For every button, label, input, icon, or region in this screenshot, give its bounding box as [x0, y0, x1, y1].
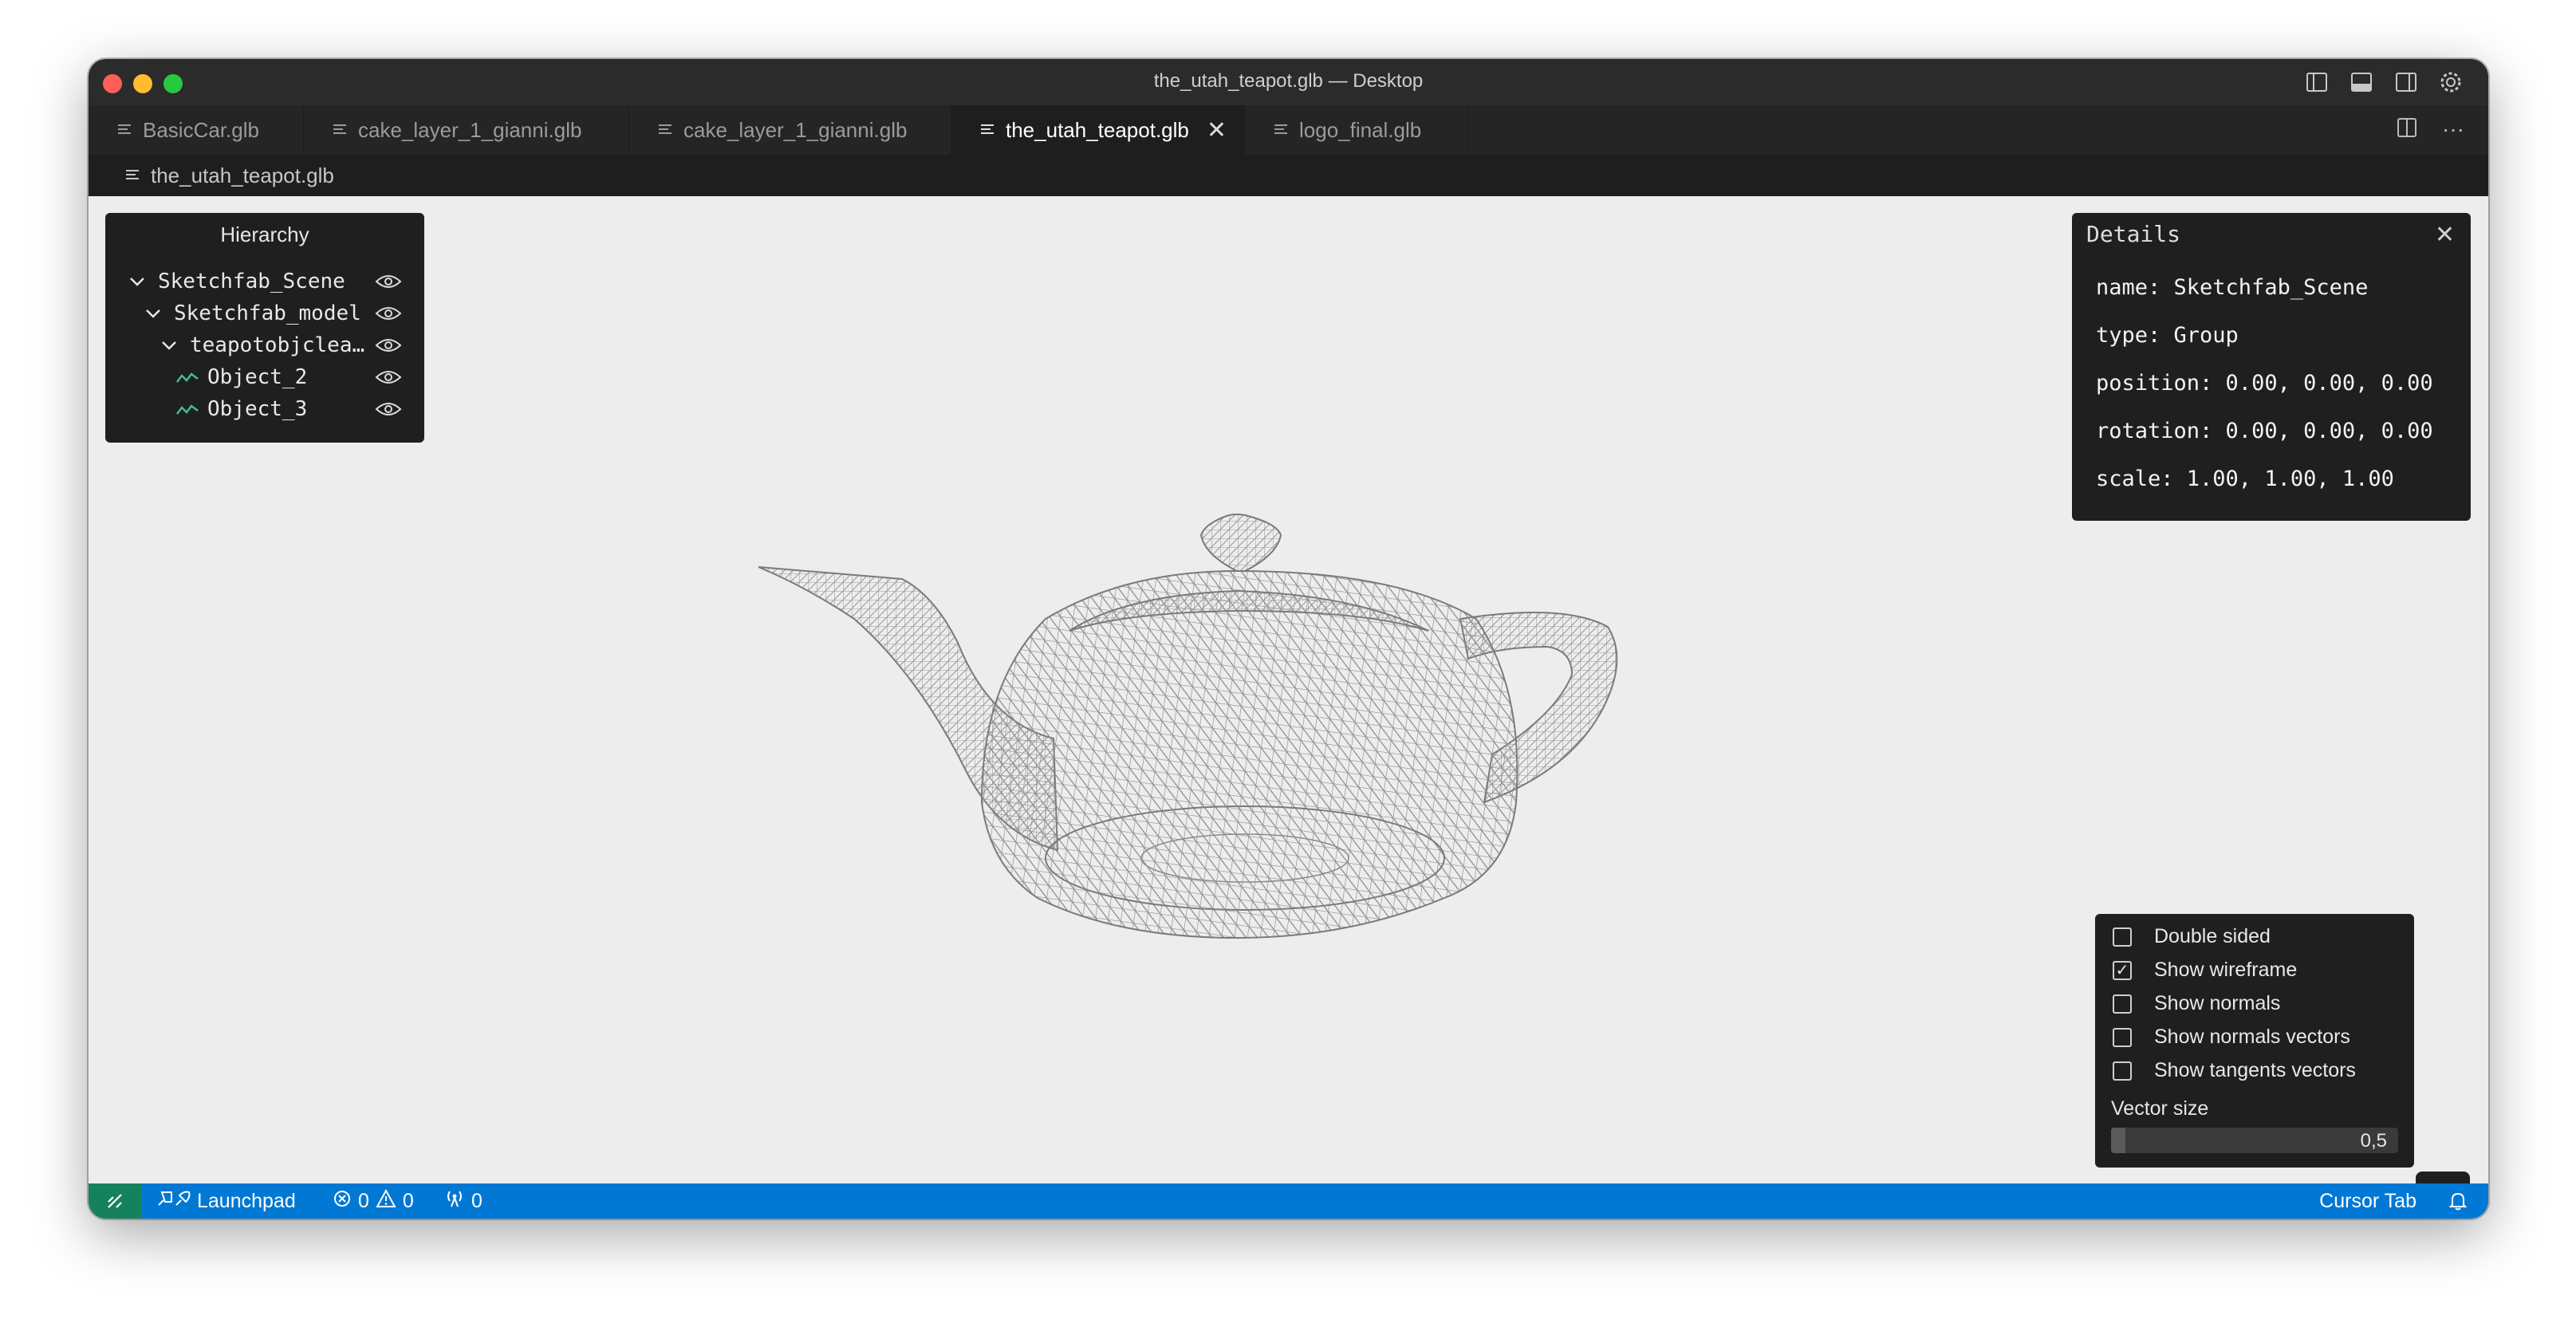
hierarchy-item-teapotobjclean[interactable]: teapotobjclea… — [161, 329, 364, 361]
double-sided-checkbox[interactable] — [2113, 927, 2132, 947]
split-editor-icon[interactable] — [2396, 116, 2418, 144]
tab-label: logo_final.glb — [1299, 117, 1422, 142]
hierarchy-item-object-3[interactable]: Object_3 — [175, 393, 307, 425]
show-tangents-vectors-checkbox[interactable] — [2113, 1061, 2132, 1081]
details-panel: Details ✕ name: Sketchfab_Scene type: Gr… — [2072, 213, 2471, 521]
status-bar: Launchpad 0 0 0 Cursor Tab — [89, 1183, 2488, 1219]
option-show-normals[interactable]: Show normals — [2113, 992, 2280, 1015]
settings-gear-icon[interactable] — [2437, 69, 2464, 96]
breadcrumb: the_utah_teapot.glb — [89, 155, 2488, 196]
hierarchy-title: Hierarchy — [220, 222, 309, 246]
warning-count: 0 — [402, 1189, 414, 1212]
vector-size-slider[interactable]: 0,5 — [2111, 1128, 2398, 1153]
title-bar: the_utah_teapot.glb — Desktop — [89, 59, 2488, 105]
ports-indicator[interactable]: 0 — [444, 1183, 483, 1219]
toggle-secondary-sidebar-icon[interactable] — [2393, 69, 2420, 96]
tab-label: cake_layer_1_gianni.glb — [683, 117, 908, 142]
tab-logo-final[interactable]: logo_final.glb — [1245, 105, 1468, 155]
ports-count: 0 — [471, 1189, 483, 1212]
breadcrumb-label[interactable]: the_utah_teapot.glb — [151, 163, 334, 188]
show-wireframe-checkbox[interactable]: ✓ — [2113, 960, 2132, 980]
cursor-tab-label: Cursor Tab — [2319, 1189, 2416, 1212]
hierarchy-item-label: teapotobjclea… — [190, 333, 365, 357]
detail-position: position: 0.00, 0.00, 0.00 — [2096, 371, 2433, 396]
close-tab-icon[interactable]: ✕ — [1207, 116, 1227, 144]
chevron-down-icon[interactable] — [145, 301, 166, 325]
error-count: 0 — [358, 1189, 369, 1212]
show-normals-vectors-checkbox[interactable] — [2113, 1027, 2132, 1047]
error-icon — [333, 1189, 352, 1214]
option-label: Double sided — [2154, 925, 2271, 947]
hierarchy-item-label: Object_3 — [207, 397, 308, 421]
option-label: Show wireframe — [2154, 959, 2298, 981]
vector-size-label: Vector size — [2111, 1097, 2209, 1120]
details-title: Details — [2086, 221, 2181, 247]
file-icon — [1274, 124, 1287, 134]
file-icon — [333, 124, 346, 134]
more-actions-icon[interactable]: ··· — [2442, 116, 2464, 144]
tab-label: BasicCar.glb — [143, 117, 259, 142]
file-icon — [659, 124, 672, 134]
detail-rotation: rotation: 0.00, 0.00, 0.00 — [2096, 419, 2433, 443]
hierarchy-panel: Hierarchy Sketchfab_Scene Sketchfab_mode… — [105, 213, 424, 443]
mesh-icon — [175, 397, 201, 421]
hierarchy-item-label: Sketchfab_Scene — [158, 270, 345, 293]
hierarchy-item-label: Sketchfab_model — [174, 301, 361, 325]
remote-connection-button[interactable] — [89, 1183, 141, 1219]
file-icon — [126, 170, 139, 179]
option-label: Show tangents vectors — [2154, 1059, 2356, 1081]
file-icon — [981, 124, 994, 134]
tab-the-utah-teapot[interactable]: the_utah_teapot.glb ✕ — [951, 105, 1245, 155]
broadcast-icon — [444, 1189, 465, 1214]
vector-size-value: 0,5 — [2360, 1130, 2387, 1152]
close-icon[interactable]: ✕ — [2435, 221, 2455, 249]
tab-label: cake_layer_1_gianni.glb — [358, 117, 582, 142]
detail-type: type: Group — [2096, 323, 2239, 348]
detail-name: name: Sketchfab_Scene — [2096, 275, 2369, 300]
file-icon — [118, 124, 131, 134]
hierarchy-item-object-2[interactable]: Object_2 — [175, 361, 307, 393]
warning-icon — [376, 1188, 396, 1214]
show-normals-checkbox[interactable] — [2113, 994, 2132, 1014]
window-title: the_utah_teapot.glb — Desktop — [1153, 70, 1424, 92]
editor-tab-bar: BasicCar.glb cake_layer_1_gianni.glb cak… — [89, 105, 2488, 155]
visibility-eye-icon[interactable] — [375, 400, 402, 419]
remote-icon — [108, 1194, 122, 1208]
hierarchy-item-sketchfab-scene[interactable]: Sketchfab_Scene — [129, 266, 345, 297]
tab-label: the_utah_teapot.glb — [1006, 117, 1189, 142]
toggle-panel-icon[interactable] — [2348, 69, 2375, 96]
visibility-eye-icon[interactable] — [375, 304, 402, 323]
problems-indicator[interactable]: 0 0 — [333, 1183, 414, 1219]
option-show-normals-vectors[interactable]: Show normals vectors — [2113, 1026, 2350, 1049]
option-double-sided[interactable]: Double sided — [2113, 925, 2271, 948]
hierarchy-item-label: Object_2 — [207, 365, 308, 389]
launchpad-button[interactable]: Launchpad — [156, 1183, 296, 1219]
option-label: Show normals vectors — [2154, 1026, 2350, 1048]
tab-cake-layer-1[interactable]: cake_layer_1_gianni.glb — [304, 105, 629, 155]
tab-cake-layer-2[interactable]: cake_layer_1_gianni.glb — [629, 105, 951, 155]
launchpad-label: Launchpad — [197, 1189, 296, 1212]
chevron-down-icon[interactable] — [161, 333, 182, 357]
detail-scale: scale: 1.00, 1.00, 1.00 — [2096, 467, 2394, 491]
slider-fill — [2111, 1128, 2125, 1153]
mesh-icon — [175, 365, 201, 389]
option-show-wireframe[interactable]: ✓ Show wireframe — [2113, 959, 2297, 982]
option-label: Show normals — [2154, 992, 2281, 1014]
cursor-tab-button[interactable]: Cursor Tab — [2319, 1183, 2416, 1219]
hierarchy-item-sketchfab-model[interactable]: Sketchfab_model — [145, 297, 361, 329]
tab-basiccar[interactable]: BasicCar.glb — [89, 105, 304, 155]
visibility-eye-icon[interactable] — [375, 336, 402, 355]
visibility-eye-icon[interactable] — [375, 272, 402, 291]
visibility-eye-icon[interactable] — [375, 368, 402, 387]
option-show-tangents-vectors[interactable]: Show tangents vectors — [2113, 1059, 2356, 1082]
render-options-panel: Double sided ✓ Show wireframe Show norma… — [2095, 914, 2414, 1168]
3d-viewport[interactable]: Hierarchy Sketchfab_Scene Sketchfab_mode… — [89, 196, 2488, 1219]
app-window: the_utah_teapot.glb — Desktop BasicCar.g… — [89, 59, 2488, 1219]
rocket-icon — [156, 1189, 191, 1214]
toggle-primary-sidebar-icon[interactable] — [2303, 69, 2330, 96]
notifications-bell-icon[interactable] — [2448, 1183, 2468, 1219]
chevron-down-icon[interactable] — [129, 270, 150, 293]
